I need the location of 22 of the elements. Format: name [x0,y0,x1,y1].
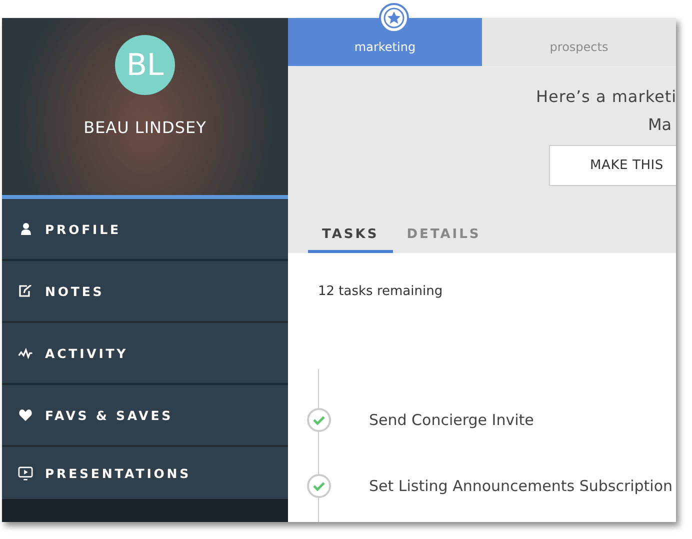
tasks-remaining: 12 tasks remaining [318,284,443,299]
sidebar-item[interactable]: PROFILE [2,199,288,261]
stage-step[interactable]: marketing [288,18,482,66]
avatar: BL [115,35,175,95]
tab[interactable]: TASKS [308,227,393,253]
profile-name: BEAU LINDSEY [84,118,206,137]
person-icon [20,223,30,235]
presentation-icon [18,466,33,480]
check-icon[interactable] [307,408,331,432]
pulse-icon [18,348,33,358]
sidebar-item[interactable]: PRESENTATIONS [2,447,288,499]
task-title: Send Concierge Invite [369,411,534,429]
make-button[interactable]: MAKE THIS [549,145,676,186]
check-icon[interactable] [307,474,331,498]
heart-icon [19,409,32,421]
subheadline: Ma [648,115,673,134]
headline: Here’s a marketi [536,87,676,106]
sidebar-item[interactable]: NOTES [2,261,288,323]
task-title: Set Listing Announcements Subscription [369,477,673,495]
edit-icon [19,285,32,297]
sidebar-item[interactable]: FAVS & SAVES [2,385,288,447]
sidebar-item[interactable]: ACTIVITY [2,323,288,385]
